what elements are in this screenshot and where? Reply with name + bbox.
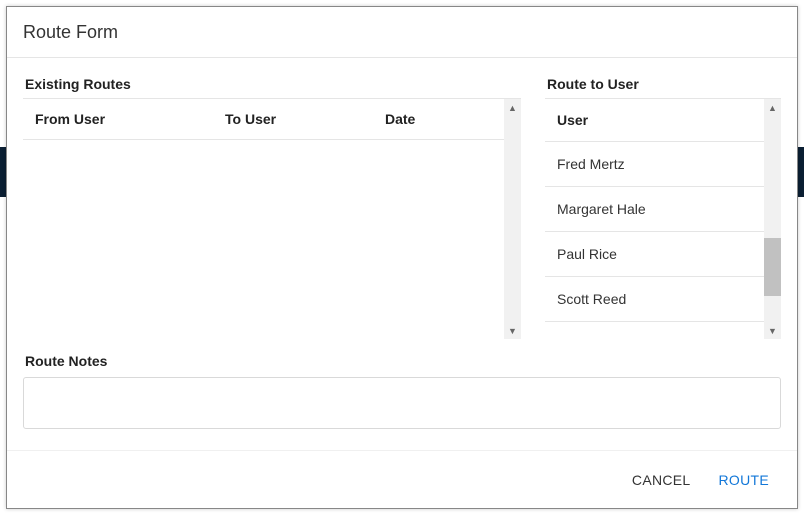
column-header-date: Date: [385, 111, 504, 127]
cancel-button[interactable]: CANCEL: [632, 472, 691, 488]
user-list-item[interactable]: Margaret Hale: [545, 187, 764, 232]
route-form-dialog: Route Form Existing Routes From User To …: [6, 6, 798, 509]
sections-row: Existing Routes From User To User Date ▲…: [23, 58, 781, 339]
route-to-user-heading: Route to User: [545, 76, 781, 92]
scroll-up-icon[interactable]: ▲: [504, 99, 521, 116]
route-to-user-list-wrap: User Fred Mertz Margaret Hale Paul Rice …: [545, 98, 781, 339]
route-notes-heading: Route Notes: [25, 353, 781, 369]
route-button[interactable]: ROUTE: [719, 472, 770, 488]
column-header-user: User: [545, 99, 764, 142]
column-header-to-user: To User: [225, 111, 385, 127]
route-notes-input[interactable]: [23, 377, 781, 429]
scroll-up-icon[interactable]: ▲: [764, 99, 781, 116]
user-list-item[interactable]: Paul Rice: [545, 232, 764, 277]
existing-routes-table-body: From User To User Date: [23, 99, 504, 339]
route-to-user-list: User Fred Mertz Margaret Hale Paul Rice …: [545, 99, 764, 339]
scrollbar-track[interactable]: [504, 116, 521, 322]
route-to-user-section: Route to User User Fred Mertz Margaret H…: [545, 76, 781, 339]
dialog-title: Route Form: [23, 22, 781, 43]
scrollbar-track[interactable]: [764, 116, 781, 322]
existing-routes-table: From User To User Date ▲ ▼: [23, 98, 521, 339]
column-header-from-user: From User: [35, 111, 225, 127]
dialog-header: Route Form: [7, 7, 797, 58]
user-list-scrollbar[interactable]: ▲ ▼: [764, 99, 781, 339]
dialog-body: Existing Routes From User To User Date ▲…: [7, 58, 797, 434]
existing-routes-table-header: From User To User Date: [23, 99, 504, 140]
user-list-item[interactable]: Jacob Dawson: [545, 322, 764, 339]
existing-routes-scrollbar[interactable]: ▲ ▼: [504, 99, 521, 339]
dialog-footer: CANCEL ROUTE: [7, 450, 797, 508]
existing-routes-heading: Existing Routes: [23, 76, 521, 92]
existing-routes-section: Existing Routes From User To User Date ▲…: [23, 76, 521, 339]
scroll-down-icon[interactable]: ▼: [764, 322, 781, 339]
scrollbar-thumb[interactable]: [764, 238, 781, 296]
user-list-item[interactable]: Fred Mertz: [545, 142, 764, 187]
scroll-down-icon[interactable]: ▼: [504, 322, 521, 339]
user-list-item[interactable]: Scott Reed: [545, 277, 764, 322]
